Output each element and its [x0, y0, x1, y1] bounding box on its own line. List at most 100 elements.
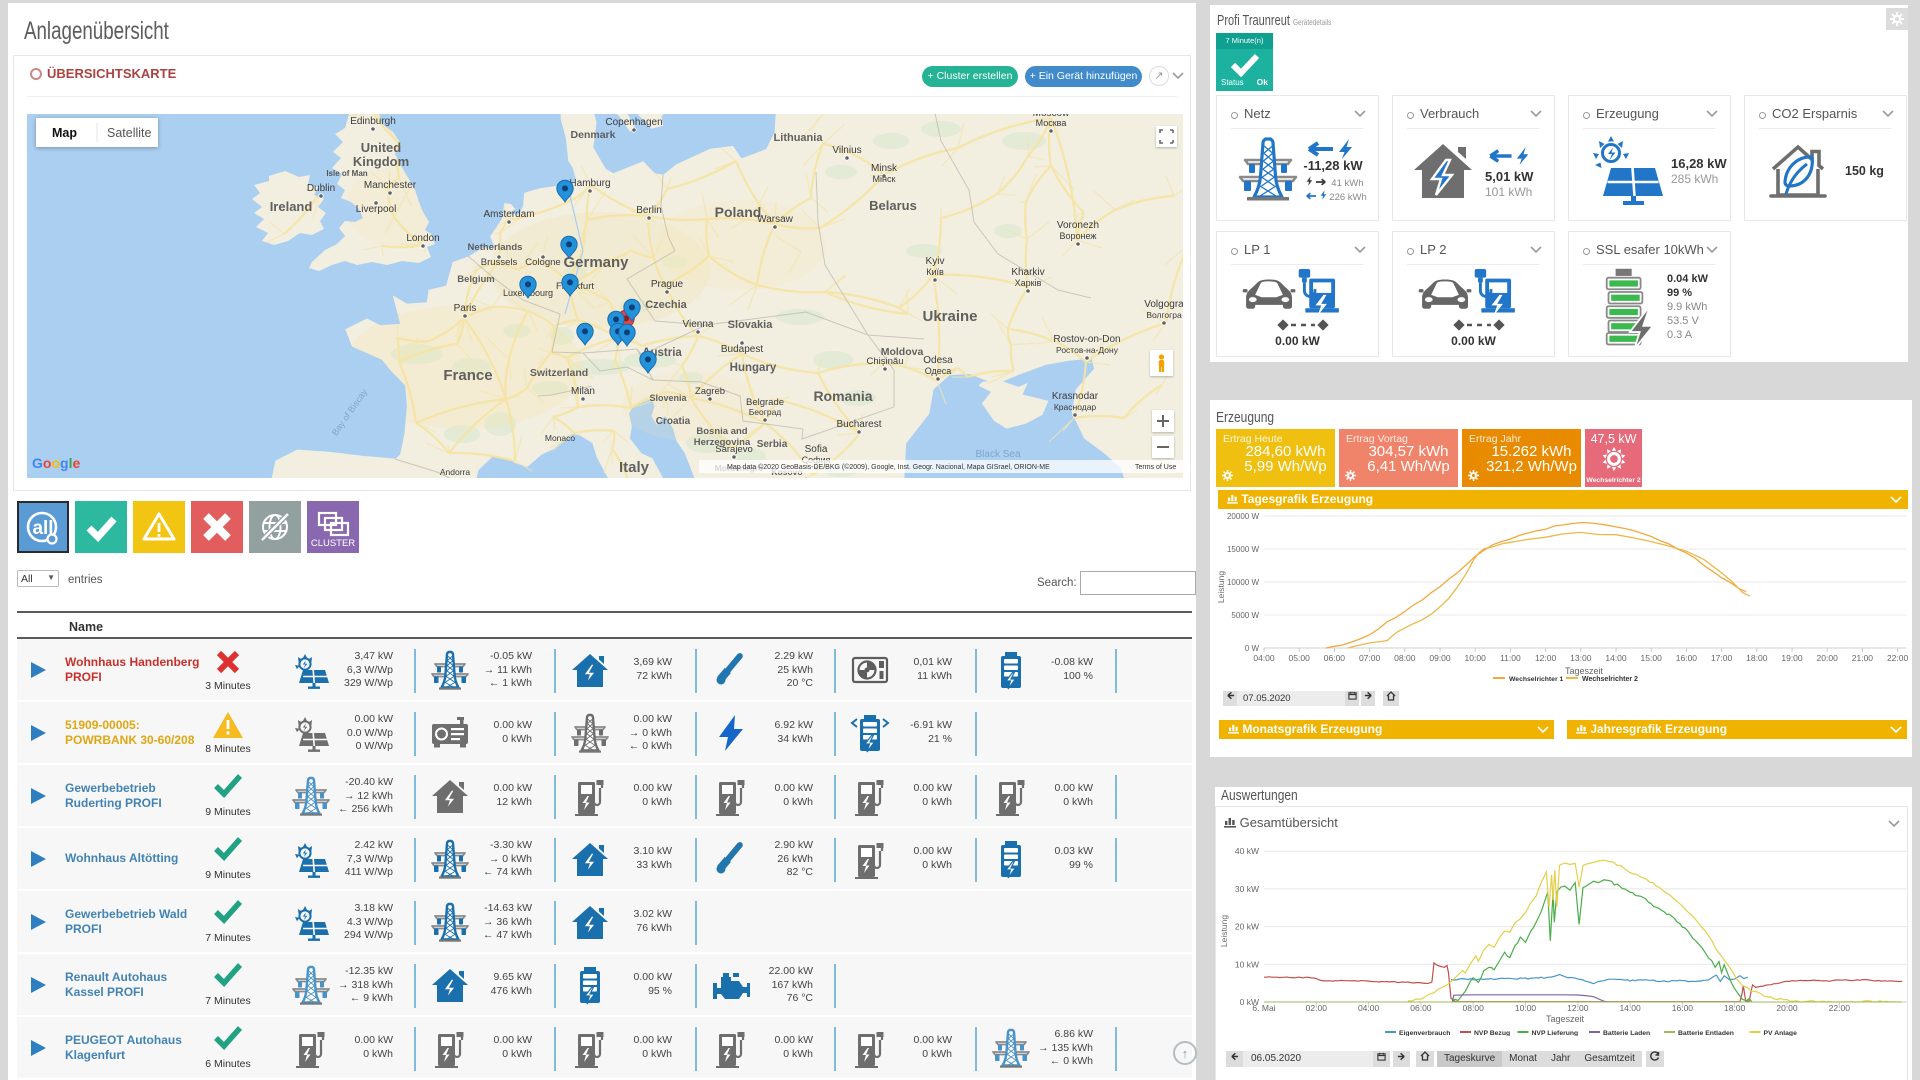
svg-text:Dublin: Dublin	[307, 183, 335, 194]
svg-text:22:00: 22:00	[1829, 1003, 1851, 1013]
svg-text:Krasnodar: Krasnodar	[1052, 391, 1099, 402]
svg-text:Odesa: Odesa	[923, 355, 953, 366]
svg-text:Rostov-on-Don: Rostov-on-Don	[1053, 334, 1120, 345]
svg-text:United: United	[361, 140, 402, 155]
svg-text:Slovakia: Slovakia	[728, 319, 774, 331]
svg-text:Minsk: Minsk	[871, 163, 898, 174]
svg-text:Liverpool: Liverpool	[356, 204, 397, 215]
svg-text:06:00: 06:00	[1324, 653, 1346, 663]
svg-text:11:00: 11:00	[1500, 653, 1521, 663]
svg-text:20 kW: 20 kW	[1235, 922, 1259, 932]
svg-text:15000 W: 15000 W	[1227, 545, 1259, 554]
svg-text:Map data ©2020 GeoBasis-DE/BKG: Map data ©2020 GeoBasis-DE/BKG (©2009), …	[727, 463, 1050, 471]
svg-text:12:00: 12:00	[1567, 1003, 1589, 1013]
svg-text:France: France	[443, 367, 492, 384]
svg-text:Eigenverbrauch: Eigenverbrauch	[1399, 1030, 1450, 1036]
svg-text:Andorra: Andorra	[440, 467, 471, 477]
svg-text:Czechia: Czechia	[645, 299, 687, 311]
svg-text:Italy: Italy	[619, 459, 650, 476]
svg-text:Wechselrichter 1: Wechselrichter 1	[1509, 676, 1563, 683]
svg-text:Slovenia: Slovenia	[649, 393, 687, 403]
svg-text:Isle of Man: Isle of Man	[326, 169, 367, 178]
svg-text:21:00: 21:00	[1852, 653, 1874, 663]
svg-text:Denmark: Denmark	[571, 129, 616, 141]
svg-text:15:00: 15:00	[1641, 653, 1663, 663]
svg-text:Copenhagen: Copenhagen	[605, 117, 662, 128]
svg-text:Batterie Laden: Batterie Laden	[1603, 1030, 1650, 1036]
svg-text:20:00: 20:00	[1776, 1003, 1798, 1013]
svg-text:10:00: 10:00	[1515, 1003, 1537, 1013]
svg-text:Мінск: Мінск	[873, 174, 896, 184]
svg-text:18:00: 18:00	[1724, 1003, 1746, 1013]
svg-text:Kingdom: Kingdom	[353, 154, 409, 169]
svg-text:20:00: 20:00	[1817, 653, 1839, 663]
svg-text:Київ: Київ	[926, 267, 944, 277]
svg-text:08:00: 08:00	[1394, 653, 1416, 663]
svg-text:Kyiv: Kyiv	[926, 256, 945, 267]
svg-text:Satellite: Satellite	[107, 126, 152, 140]
svg-text:Serbia: Serbia	[757, 439, 788, 450]
svg-text:London: London	[406, 233, 439, 244]
svg-text:06:00: 06:00	[1410, 1003, 1432, 1013]
svg-text:0 W: 0 W	[1245, 644, 1260, 653]
svg-text:10 kW: 10 kW	[1235, 959, 1259, 969]
svg-text:Poland: Poland	[715, 204, 762, 220]
svg-text:Москва: Москва	[1036, 118, 1067, 128]
svg-text:Vilnius: Vilnius	[832, 145, 861, 156]
svg-text:07:00: 07:00	[1359, 653, 1381, 663]
svg-text:Краснодар: Краснодар	[1054, 402, 1097, 412]
svg-text:6. Mai: 6. Mai	[1252, 1003, 1275, 1013]
svg-text:Tageszeit: Tageszeit	[1565, 666, 1604, 676]
svg-text:5000 W: 5000 W	[1231, 611, 1259, 620]
svg-text:Chișinău: Chișinău	[867, 356, 904, 367]
svg-text:Leistung: Leistung	[1219, 915, 1229, 947]
svg-text:Ukraine: Ukraine	[922, 308, 977, 325]
svg-text:04:00: 04:00	[1253, 653, 1275, 663]
svg-text:Prague: Prague	[651, 279, 684, 290]
svg-text:Croatia: Croatia	[656, 416, 691, 427]
svg-text:Black Sea: Black Sea	[975, 449, 1020, 460]
svg-text:Manchester: Manchester	[364, 180, 417, 191]
svg-text:Bosnia and: Bosnia and	[696, 426, 747, 437]
svg-text:14:00: 14:00	[1605, 653, 1627, 663]
svg-text:Hungary: Hungary	[730, 362, 777, 374]
svg-text:12:00: 12:00	[1535, 653, 1557, 663]
svg-text:40 kW: 40 kW	[1235, 846, 1259, 856]
svg-text:Београд: Београд	[749, 407, 782, 417]
svg-text:10:00: 10:00	[1465, 653, 1487, 663]
svg-text:Lithuania: Lithuania	[774, 132, 824, 144]
svg-text:PV Anlage: PV Anlage	[1764, 1030, 1798, 1036]
svg-text:Batterie Entladen: Batterie Entladen	[1678, 1030, 1734, 1036]
svg-text:Волгогра: Волгогра	[1146, 310, 1182, 320]
svg-text:17:00: 17:00	[1711, 653, 1733, 663]
svg-text:Kharkiv: Kharkiv	[1011, 267, 1044, 278]
svg-text:Hamburg: Hamburg	[569, 178, 610, 189]
svg-text:16:00: 16:00	[1672, 1003, 1694, 1013]
svg-text:Monaco: Monaco	[545, 433, 576, 443]
svg-text:NVP Bezug: NVP Bezug	[1474, 1030, 1510, 1036]
svg-text:Ростов-на-Дону: Ростов-на-Дону	[1056, 345, 1119, 355]
svg-text:Воронеж: Воронеж	[1060, 231, 1097, 241]
svg-text:Netherlands: Netherlands	[468, 242, 523, 253]
svg-text:Map: Map	[52, 126, 77, 140]
svg-text:30 kW: 30 kW	[1235, 884, 1259, 894]
svg-text:Одеса: Одеса	[925, 366, 952, 376]
svg-text:NVP Lieferung: NVP Lieferung	[1532, 1030, 1579, 1036]
svg-text:Milan: Milan	[571, 386, 595, 397]
svg-text:Terms of Use: Terms of Use	[1135, 464, 1176, 471]
svg-text:Харків: Харків	[1015, 278, 1042, 288]
svg-text:Bucharest: Bucharest	[836, 419, 881, 430]
svg-text:Budapest: Budapest	[721, 344, 763, 355]
svg-text:Volgogra: Volgogra	[1144, 299, 1183, 310]
svg-text:13:00: 13:00	[1570, 653, 1592, 663]
svg-text:Wechselrichter 2: Wechselrichter 2	[1582, 676, 1638, 683]
svg-text:Belgium: Belgium	[457, 274, 494, 285]
svg-text:Sarajevo: Sarajevo	[715, 444, 753, 455]
svg-text:04:00: 04:00	[1358, 1003, 1380, 1013]
svg-text:19:00: 19:00	[1781, 653, 1803, 663]
svg-text:Germany: Germany	[563, 254, 629, 271]
svg-text:Vienna: Vienna	[683, 319, 714, 330]
svg-text:Google: Google	[32, 455, 80, 471]
svg-text:Tageszeit: Tageszeit	[1546, 1014, 1585, 1024]
svg-text:02:00: 02:00	[1306, 1003, 1328, 1013]
